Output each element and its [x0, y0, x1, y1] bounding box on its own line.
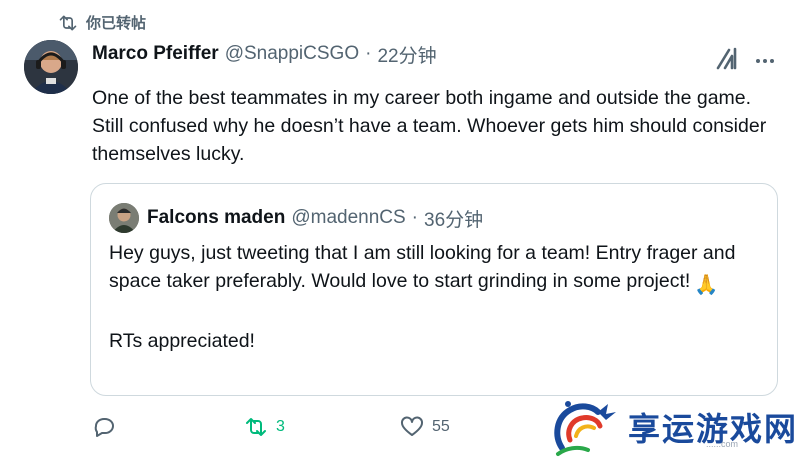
quoted-text: Hey guys, just tweeting that I am still … — [109, 239, 769, 355]
quoted-timestamp: 36分钟 — [424, 209, 484, 231]
action-bar: 3 55 — [90, 412, 570, 442]
grok-icon[interactable] — [714, 46, 740, 72]
quoted-text-content: Hey guys, just tweeting that I am still … — [109, 242, 736, 292]
watermark-subtext: ......com — [705, 439, 738, 449]
quoted-avatar[interactable] — [109, 203, 139, 233]
quoted-author-handle[interactable]: @madennCS — [291, 207, 405, 229]
more-dot — [763, 59, 767, 63]
retweet-indicator-label: 你已转帖 — [86, 15, 147, 32]
retweet-indicator: 你已转帖 — [58, 12, 146, 33]
watermark: 享运游戏网 ......com — [548, 396, 800, 457]
separator-dot: · — [411, 207, 418, 228]
heart-icon — [401, 416, 423, 436]
quoted-header: Falcons maden @madennCS · 36分钟 — [147, 204, 483, 232]
avatar[interactable] — [24, 40, 78, 94]
tweet-timestamp[interactable]: 22分钟 — [377, 41, 436, 68]
dragon-logo-icon — [554, 401, 616, 456]
more-icon[interactable] — [752, 48, 778, 74]
author-handle[interactable]: @SnappiCSGO — [225, 43, 359, 65]
retweet-button[interactable]: 3 — [244, 412, 285, 442]
tweet-header: Marco Pfeiffer @SnappiCSGO · 22分钟 — [92, 40, 437, 68]
retweet-count: 3 — [276, 418, 285, 435]
quoted-text-line: Hey guys, just tweeting that I am still … — [109, 239, 769, 299]
quoted-author-name[interactable]: Falcons maden — [147, 207, 285, 229]
folded-hands-emoji: 🙏 — [694, 274, 719, 296]
retweet-icon — [59, 15, 77, 30]
more-dot — [756, 59, 760, 63]
more-dot — [770, 59, 774, 63]
quoted-tweet[interactable]: Falcons maden @madennCS · 36分钟 Hey guys,… — [90, 183, 778, 396]
separator-dot: · — [365, 43, 372, 64]
reply-button[interactable] — [92, 412, 124, 442]
author-name[interactable]: Marco Pfeiffer — [92, 43, 219, 65]
like-button[interactable]: 55 — [400, 412, 450, 442]
quoted-text-line: RTs appreciated! — [109, 330, 255, 352]
tweet-text: One of the best teammates in my career b… — [92, 87, 767, 165]
retweet-icon — [246, 418, 266, 436]
reply-icon — [94, 418, 114, 437]
quoted-text-line — [109, 299, 769, 327]
like-count: 55 — [432, 418, 450, 435]
